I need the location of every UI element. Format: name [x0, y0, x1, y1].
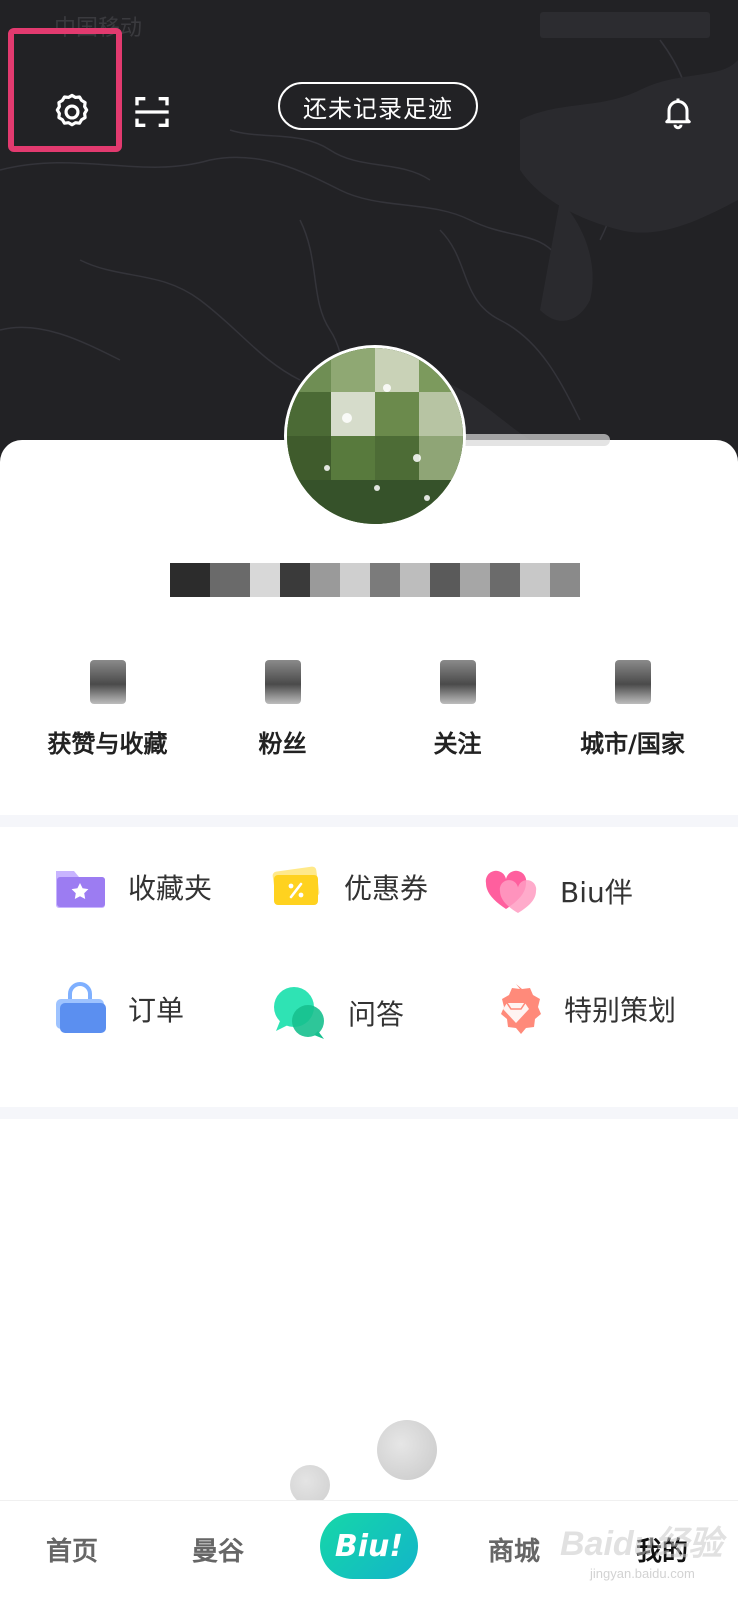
menu-item-biu-partner[interactable]: Biu伴 [484, 861, 633, 921]
stat-cities[interactable]: 城市/国家 [545, 660, 720, 760]
username-pixel [370, 563, 400, 597]
notification-button[interactable] [652, 82, 704, 142]
menu-grid: 收藏夹 优惠券 Biu伴 订单 问答 特别策划 [0, 827, 738, 1107]
diamond-badge-icon [501, 984, 541, 1034]
username-pixel [460, 563, 490, 597]
section-divider [0, 815, 738, 827]
stat-label: 获赞与收藏 [47, 730, 168, 758]
status-icons-blurred [540, 12, 710, 38]
footprint-button[interactable]: 还未记录足迹 [278, 82, 478, 130]
stat-label: 城市/国家 [580, 730, 685, 758]
menu-item-label: 订单 [128, 994, 185, 1027]
stat-following[interactable]: 关注 [370, 660, 545, 760]
scan-button[interactable] [124, 82, 180, 142]
coupon-icon [272, 866, 320, 905]
menu-item-favorites[interactable]: 收藏夹 [52, 857, 212, 917]
username-pixel [250, 563, 280, 597]
username-pixel [280, 563, 310, 597]
username-pixel [400, 563, 430, 597]
username-blurred [170, 560, 600, 600]
menu-item-coupons[interactable]: 优惠券 [268, 857, 428, 917]
menu-item-special[interactable]: 特别策划 [488, 979, 676, 1039]
bell-icon [665, 98, 691, 130]
username-pixel [210, 563, 250, 597]
stat-value-blurred [614, 660, 651, 704]
tab-biu-button[interactable]: Biu! [320, 1513, 418, 1579]
menu-item-orders[interactable]: 订单 [52, 979, 184, 1039]
username-pixel [430, 563, 460, 597]
floating-ball-decoration [290, 1465, 330, 1505]
watermark: Baidu经验 [560, 1525, 723, 1563]
menu-item-label: Biu伴 [560, 876, 633, 909]
menu-item-qa[interactable]: 问答 [272, 983, 404, 1043]
scan-icon [135, 97, 169, 127]
tab-bangkok[interactable]: 曼谷 [192, 1531, 244, 1568]
username-pixel [520, 563, 550, 597]
watermark-url: jingyan.baidu.com [590, 1566, 695, 1581]
stat-likes[interactable]: 获赞与收藏 [20, 660, 195, 760]
username-pixel [550, 563, 580, 597]
folder-star-icon [56, 871, 105, 908]
tab-home[interactable]: 首页 [46, 1531, 98, 1568]
avatar-blur-bar [460, 434, 610, 446]
menu-item-label: 特别策划 [564, 994, 677, 1027]
stat-label: 关注 [433, 730, 482, 758]
menu-item-label: 优惠券 [344, 872, 429, 905]
gear-icon [55, 93, 89, 127]
section-divider [0, 1107, 738, 1119]
stat-value-blurred [264, 660, 301, 704]
profile-stats: 获赞与收藏 粉丝 关注 城市/国家 [20, 660, 720, 760]
floating-ball-decoration [377, 1420, 437, 1480]
avatar[interactable] [284, 345, 466, 527]
menu-item-label: 问答 [348, 998, 405, 1031]
username-pixel [170, 563, 210, 597]
heart-icon [485, 870, 537, 913]
stat-fans[interactable]: 粉丝 [195, 660, 370, 760]
settings-button[interactable] [42, 82, 102, 142]
username-pixel [340, 563, 370, 597]
stat-value-blurred [89, 660, 126, 704]
chat-bubble-icon [274, 987, 324, 1039]
username-pixel [490, 563, 520, 597]
username-pixel [310, 563, 340, 597]
tab-mall[interactable]: 商城 [488, 1531, 540, 1568]
stat-label: 粉丝 [258, 730, 307, 758]
stat-value-blurred [439, 660, 476, 704]
avatar-image [287, 348, 463, 524]
menu-item-label: 收藏夹 [128, 872, 213, 905]
bag-icon [56, 982, 106, 1033]
